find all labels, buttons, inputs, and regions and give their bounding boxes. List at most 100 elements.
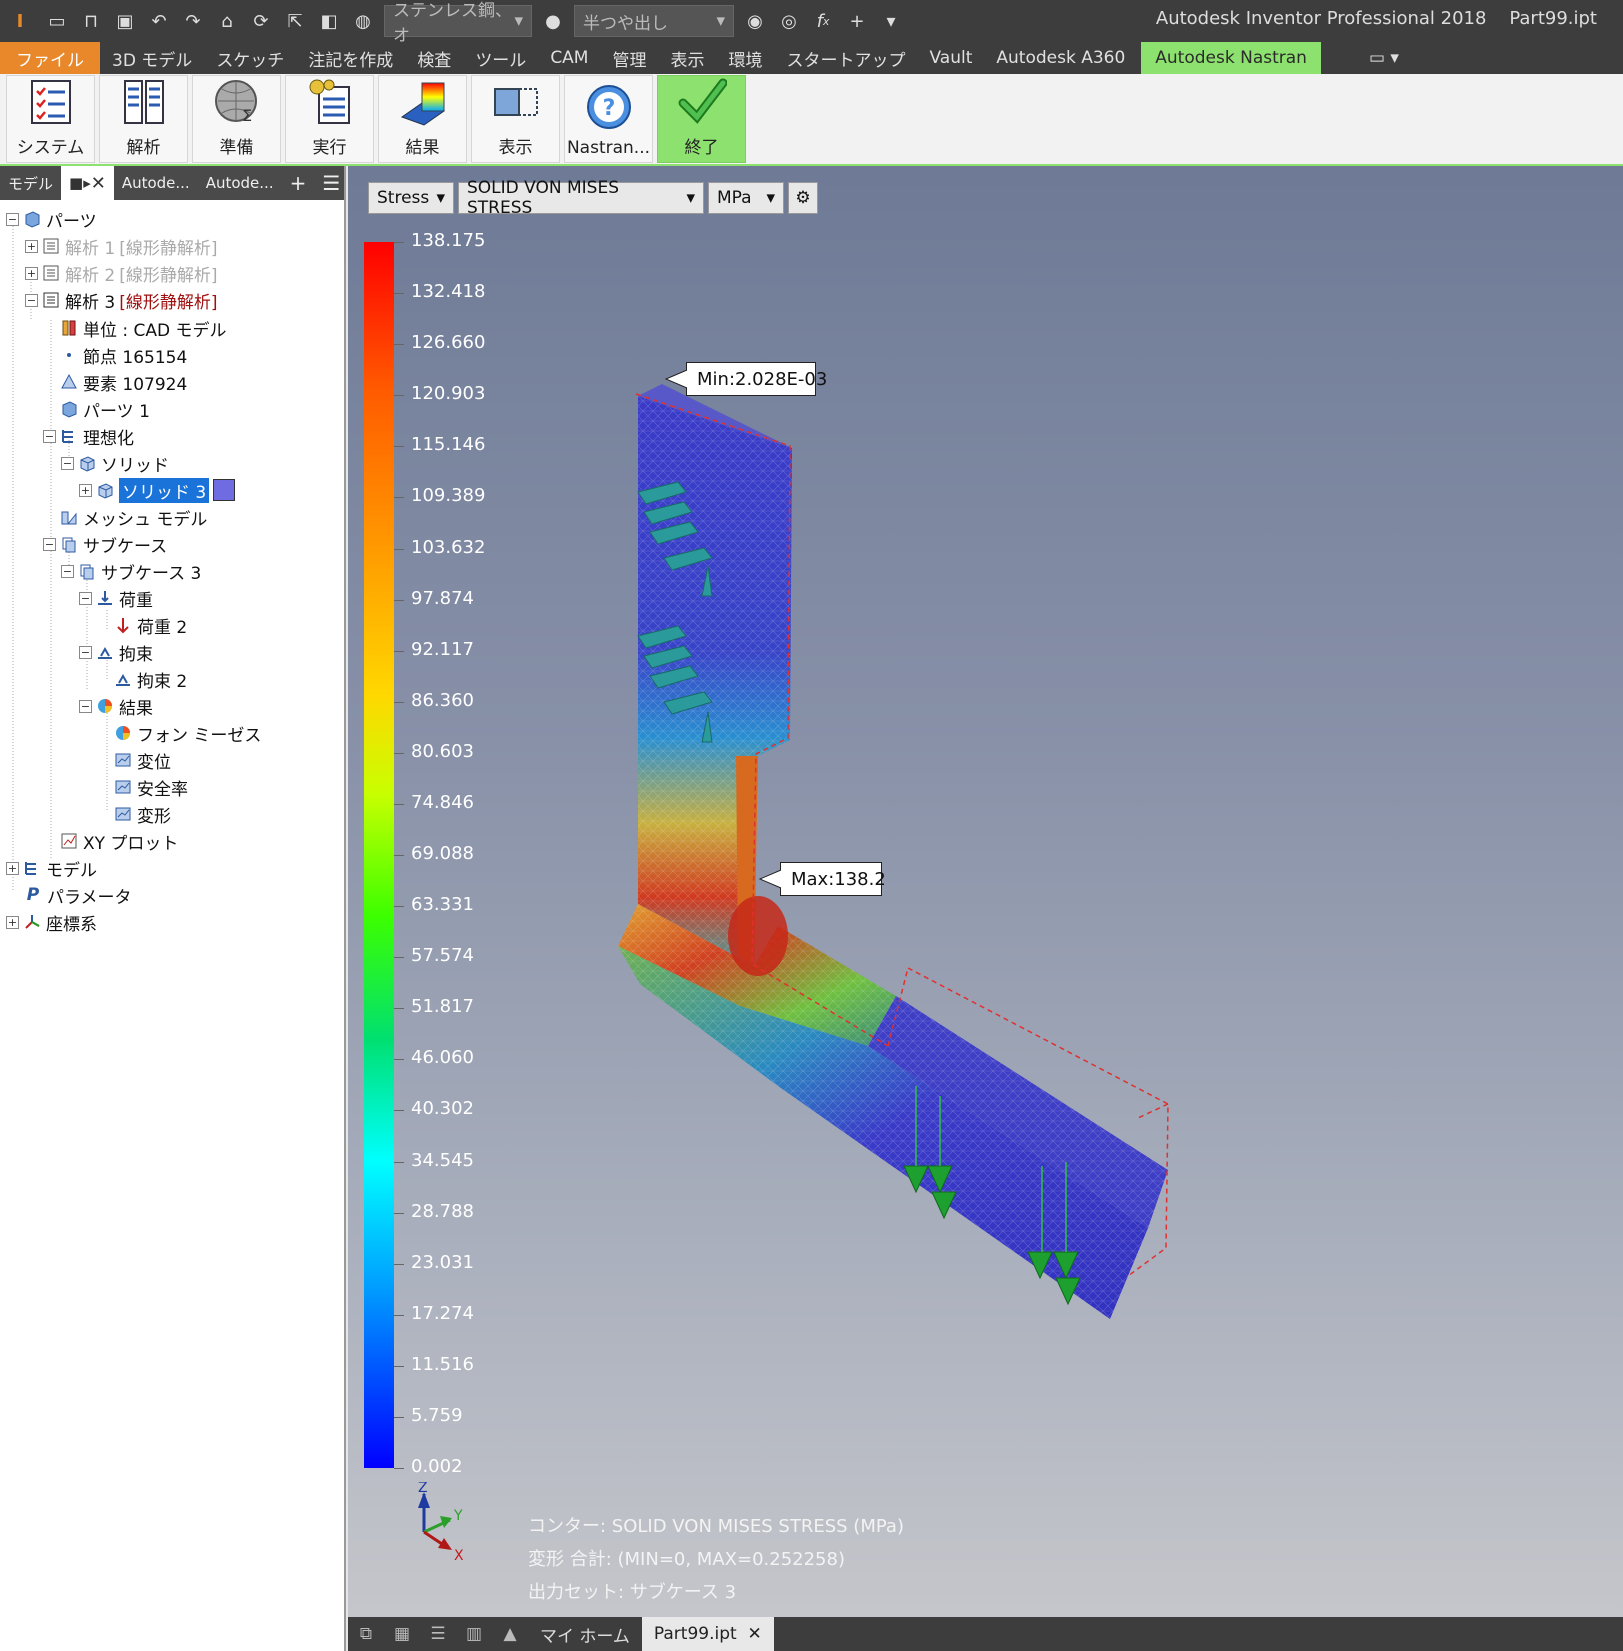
tree-item-displacement[interactable]: 変位	[114, 747, 171, 773]
tab-nastran-browser[interactable]: ■▸ ✕	[61, 166, 114, 200]
collapse-icon[interactable]: −	[79, 699, 92, 713]
update-icon[interactable]: ⟳	[246, 7, 276, 35]
tree-item-analysis2[interactable]: + 解析 2 [線形静解析]	[25, 260, 218, 286]
tab-file[interactable]: ファイル	[0, 42, 100, 74]
tree-item-subcase3[interactable]: − サブケース 3	[61, 558, 201, 584]
tree-item-xy-plot[interactable]: XY プロット	[60, 828, 178, 854]
tree-item-nodes[interactable]: 節点 165154	[60, 342, 187, 368]
system-button[interactable]: システム	[6, 75, 95, 163]
finish-button[interactable]: 終了	[657, 75, 746, 163]
collapse-icon[interactable]: −	[6, 212, 19, 226]
material-dropdown[interactable]: ステンレス鋼、オ ▾	[384, 1, 532, 46]
expand-icon[interactable]: +	[25, 239, 38, 253]
tree-item-units[interactable]: 単位 : CAD モデル	[60, 315, 227, 341]
collapse-icon[interactable]: −	[79, 645, 92, 659]
tree-item-von-mises[interactable]: フォン ミーゼス	[114, 720, 261, 746]
tree-item-solid[interactable]: − ソリッド	[61, 450, 169, 476]
tab-part99[interactable]: Part99.ipt ✕	[641, 1617, 774, 1651]
new-file-icon[interactable]: ▭	[42, 7, 72, 35]
browser-menu-icon[interactable]: ☰	[314, 166, 348, 200]
tree-item-solid3[interactable]: + ソリッド 3	[79, 477, 236, 503]
graphics-viewport[interactable]: Stress ▾ SOLID VON MISES STRESS ▾ MPa ▾ ⚙ 1…	[348, 166, 1623, 1617]
tile-windows-icon[interactable]: ▦	[389, 1621, 415, 1647]
tree-item-analysis3[interactable]: − 解析 3 [線形静解析]	[25, 287, 218, 313]
add-icon[interactable]: +	[842, 7, 872, 35]
close-icon[interactable]: ✕	[91, 173, 106, 194]
home-icon[interactable]: ⌂	[212, 7, 242, 35]
tree-item-coordinate-systems[interactable]: + 座標系	[6, 909, 97, 935]
tab-inspect[interactable]: 検査	[405, 42, 463, 74]
tab-tools[interactable]: ツール	[463, 42, 538, 74]
tab-annotate[interactable]: 注記を作成	[296, 42, 405, 74]
nastran-help-button[interactable]: ? Nastran...	[564, 75, 653, 163]
select-icon[interactable]: ⇱	[280, 7, 310, 35]
tree-item-load2[interactable]: 荷重 2	[114, 612, 187, 638]
tile-horizontal-icon[interactable]: ☰	[425, 1621, 451, 1647]
properties-icon[interactable]: ◧	[314, 7, 344, 35]
adjust-appearance-icon[interactable]: ◉	[740, 7, 770, 35]
tree-item-model[interactable]: + モデル	[6, 855, 97, 881]
function-icon[interactable]: fx	[808, 7, 838, 35]
collapse-icon[interactable]: −	[43, 537, 56, 551]
tab-view[interactable]: 表示	[658, 42, 716, 74]
customize-dropdown-icon[interactable]: ▾	[876, 7, 906, 35]
tab-3d-model[interactable]: 3D モデル	[100, 42, 204, 74]
tab-autodesk-b[interactable]: Autode...	[198, 166, 282, 200]
tree-item-constraint2[interactable]: 拘束 2	[114, 666, 187, 692]
tile-vertical-icon[interactable]: ▥	[461, 1621, 487, 1647]
expand-icon[interactable]: +	[6, 915, 19, 929]
collapse-icon[interactable]: −	[61, 564, 74, 578]
tree-item-parameters[interactable]: P パラメータ	[24, 882, 132, 908]
display-button[interactable]: 表示	[471, 75, 560, 163]
cascade-windows-icon[interactable]: ⧉	[353, 1621, 379, 1647]
tree-item-elements[interactable]: 要素 107924	[60, 369, 187, 395]
tab-a360[interactable]: Autodesk A360	[984, 42, 1137, 74]
appearance-dropdown[interactable]: 半つや出し ▾	[574, 5, 734, 37]
tab-sketch[interactable]: スケッチ	[204, 42, 296, 74]
tree-item-analysis1[interactable]: + 解析 1 [線形静解析]	[25, 233, 218, 259]
collapse-icon[interactable]: −	[43, 429, 56, 443]
clear-appearance-icon[interactable]: ◎	[774, 7, 804, 35]
tree-item-results[interactable]: − 結果	[79, 693, 153, 719]
arrange-up-icon[interactable]: ▲	[497, 1621, 523, 1647]
tree-item-safety-factor[interactable]: 安全率	[114, 774, 188, 800]
undo-icon[interactable]: ↶	[144, 7, 174, 35]
add-tab-button[interactable]: +	[282, 166, 315, 200]
tree-item-deformation[interactable]: 変形	[114, 801, 171, 827]
tab-manage[interactable]: 管理	[600, 42, 658, 74]
expand-icon[interactable]: +	[25, 266, 38, 280]
tab-cam[interactable]: CAM	[538, 42, 600, 74]
tree-item-mesh-model[interactable]: メッシュ モデル	[60, 504, 207, 530]
collapse-icon[interactable]: −	[25, 293, 38, 307]
inventor-logo-icon[interactable]: I	[2, 7, 38, 35]
orientation-triad[interactable]: Z Y X	[408, 1482, 488, 1572]
tree-item-load[interactable]: − 荷重	[79, 585, 153, 611]
save-icon[interactable]: ▣	[110, 7, 140, 35]
tab-vault[interactable]: Vault	[917, 42, 984, 74]
open-file-icon[interactable]: ⊓	[76, 7, 106, 35]
analysis-button[interactable]: 解析	[99, 75, 188, 163]
tab-nastran[interactable]: Autodesk Nastran	[1141, 42, 1321, 74]
collapse-icon[interactable]: −	[79, 591, 92, 605]
tab-get-started[interactable]: スタートアップ	[774, 42, 917, 74]
prepare-button[interactable]: Σ 準備	[192, 75, 281, 163]
close-icon[interactable]: ✕	[748, 1624, 762, 1644]
tab-autodesk-a[interactable]: Autode...	[114, 166, 198, 200]
redo-icon[interactable]: ↷	[178, 7, 208, 35]
ribbon-display-toggle[interactable]: ▭ ▾	[1357, 42, 1411, 74]
material-globe-icon[interactable]: ◍	[348, 7, 378, 35]
run-button[interactable]: 実行	[285, 75, 374, 163]
solid-color-swatch[interactable]	[213, 479, 236, 501]
tree-item-idealization[interactable]: − 理想化	[43, 423, 134, 449]
tree-item-parts[interactable]: − パーツ	[6, 206, 97, 232]
appearance-sphere-icon[interactable]: ●	[538, 7, 568, 35]
tree-item-part1[interactable]: パーツ 1	[60, 396, 150, 422]
tree-item-subcase[interactable]: − サブケース	[43, 531, 167, 557]
results-button[interactable]: 結果	[378, 75, 467, 163]
collapse-icon[interactable]: −	[61, 456, 74, 470]
expand-icon[interactable]: +	[79, 483, 92, 497]
tab-model-browser[interactable]: モデル	[0, 166, 61, 200]
tree-item-constraint[interactable]: − 拘束	[79, 639, 153, 665]
tab-environments[interactable]: 環境	[716, 42, 774, 74]
expand-icon[interactable]: +	[6, 861, 19, 875]
